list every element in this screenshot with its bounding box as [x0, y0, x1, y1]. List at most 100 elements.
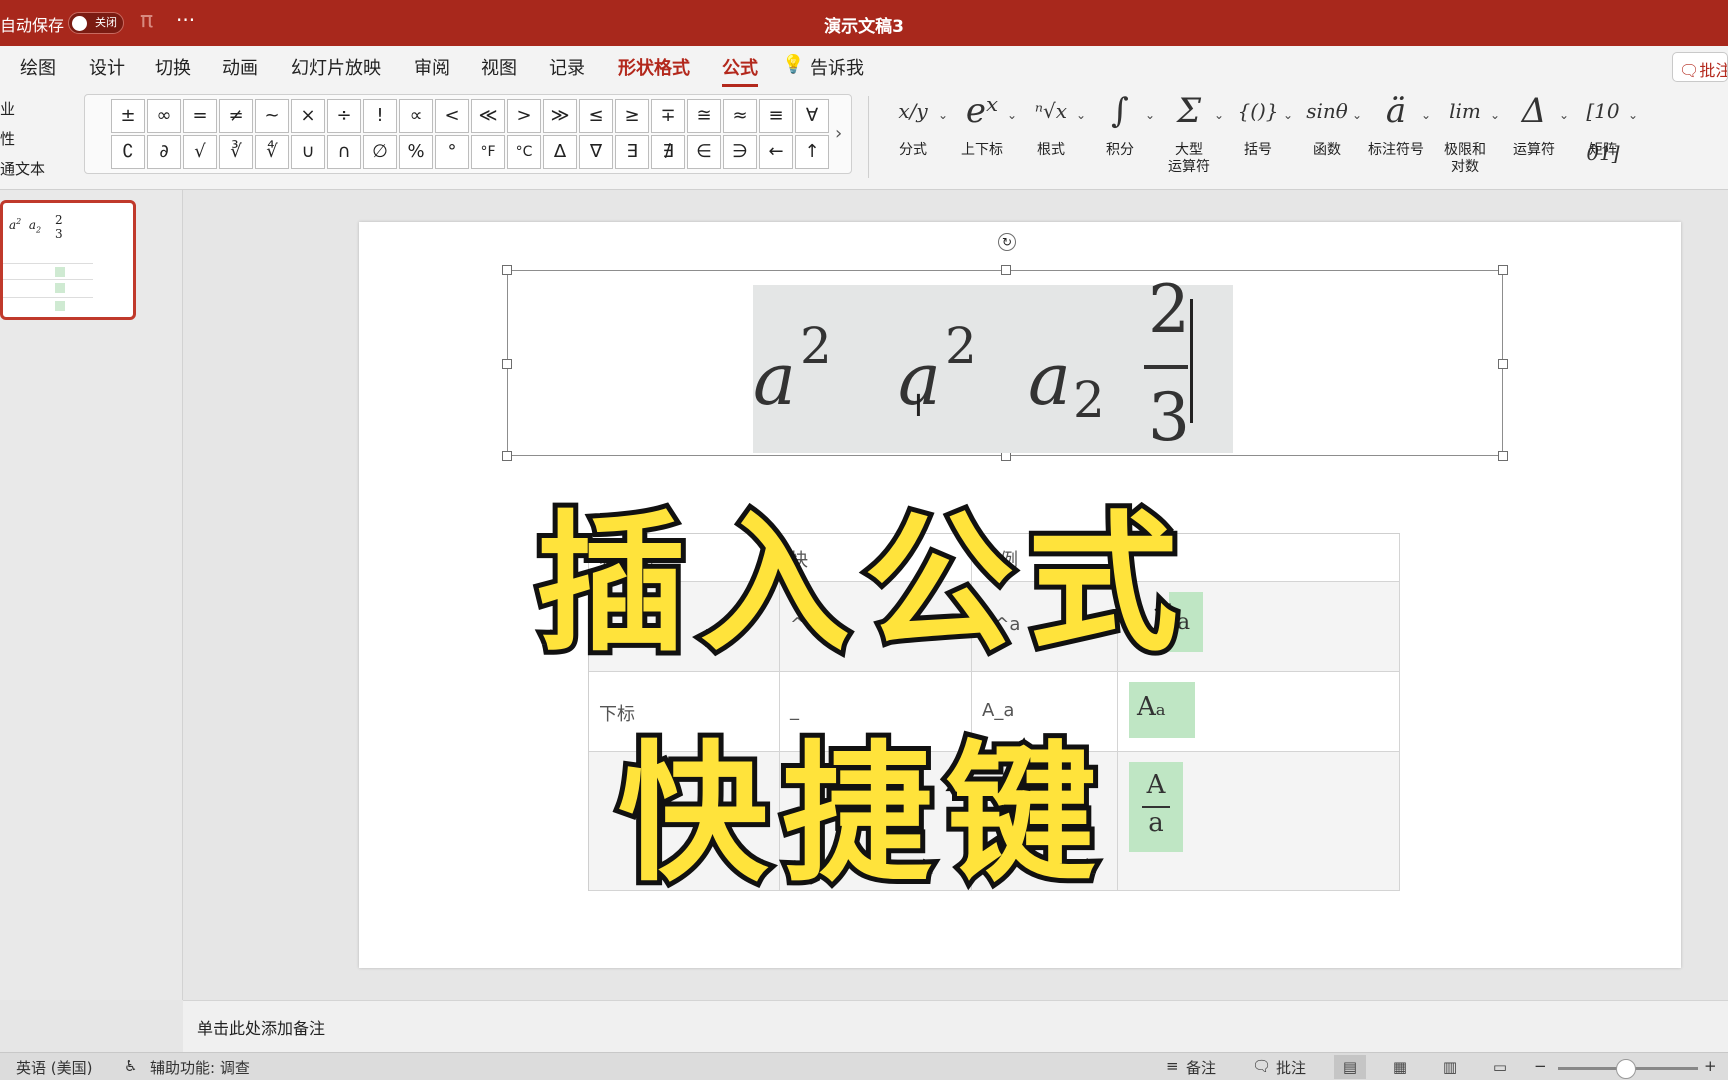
notes-toggle[interactable]: 备注 [1186, 1057, 1216, 1078]
equation-group-5[interactable]: {()} ⌄ 括号 [1223, 90, 1293, 186]
equation-textbox[interactable]: ↻ a 2 a 2 a 2 2 3 I [502, 233, 1508, 461]
comments-button[interactable]: 🗨批注 [1672, 52, 1728, 82]
symbol-button[interactable]: ≤ [579, 99, 613, 133]
resize-handle[interactable] [1498, 451, 1508, 461]
symbol-button[interactable]: ∜ [255, 135, 289, 169]
symbol-button[interactable]: ∈ [687, 135, 721, 169]
tab-7[interactable]: 记录 [549, 54, 585, 80]
symbol-button[interactable]: ° [435, 135, 469, 169]
fraction-numerator[interactable]: 2 [1148, 271, 1190, 348]
symbol-button[interactable]: ∝ [399, 99, 433, 133]
tell-me[interactable]: 告诉我 [810, 54, 864, 80]
symbol-button[interactable]: ∓ [651, 99, 685, 133]
equation-group-10[interactable]: [10 01] ⌄ 矩阵 [1568, 90, 1638, 186]
symbol-button[interactable]: ∋ [723, 135, 757, 169]
accessibility-icon[interactable]: ♿ [124, 1057, 137, 1075]
symbol-button[interactable]: ∩ [327, 135, 361, 169]
symbol-button[interactable]: ∞ [147, 99, 181, 133]
symbol-button[interactable]: ! [363, 99, 397, 133]
symbol-button[interactable]: ∛ [219, 135, 253, 169]
zoom-in-icon[interactable]: + [1704, 1057, 1717, 1075]
equation-group-4[interactable]: Σ ⌄ 大型 运算符 [1154, 90, 1224, 186]
formula-base-3[interactable]: a [1028, 337, 1071, 421]
equation-group-7[interactable]: ä ⌄ 标注符号 [1361, 90, 1431, 186]
notes-icon[interactable]: ≡ [1166, 1057, 1179, 1075]
formula-subscript[interactable]: 2 [1073, 371, 1105, 429]
symbol-button[interactable]: ≪ [471, 99, 505, 133]
symbol-button[interactable]: ∆ [543, 135, 577, 169]
tab-5[interactable]: 审阅 [414, 54, 450, 80]
equation-group-3[interactable]: ∫ ⌄ 积分 [1085, 90, 1155, 186]
equation-group-8[interactable]: lim ⌄ 极限和 对数 [1430, 90, 1500, 186]
symbol-button[interactable]: ∅ [363, 135, 397, 169]
fraction-denominator[interactable]: 3 [1148, 379, 1190, 456]
accessibility-status[interactable]: 辅助功能: 调查 [150, 1057, 250, 1078]
symbol-button[interactable]: °C [507, 135, 541, 169]
more-symbols-icon[interactable]: › [835, 123, 842, 144]
ribbon-left-label-2[interactable]: 性 [0, 128, 15, 149]
symbol-button[interactable]: < [435, 99, 469, 133]
tab-4[interactable]: 幻灯片放映 [291, 54, 381, 80]
symbol-button[interactable]: × [291, 99, 325, 133]
symbol-button[interactable]: ≈ [723, 99, 757, 133]
resize-handle[interactable] [1498, 265, 1508, 275]
symbol-button[interactable]: ∇ [579, 135, 613, 169]
symbol-button[interactable]: % [399, 135, 433, 169]
formula-superscript-2[interactable]: 2 [945, 317, 977, 375]
symbol-button[interactable]: ≅ [687, 99, 721, 133]
symbol-button[interactable]: ↑ [795, 135, 829, 169]
symbol-button[interactable]: ∄ [651, 135, 685, 169]
resize-handle[interactable] [502, 451, 512, 461]
symbol-button[interactable]: °F [471, 135, 505, 169]
resize-handle[interactable] [1001, 265, 1011, 275]
symbol-button[interactable]: ∁ [111, 135, 145, 169]
tab-shape-format[interactable]: 形状格式 [618, 54, 690, 80]
symbol-button[interactable]: = [183, 99, 217, 133]
symbol-button[interactable]: ÷ [327, 99, 361, 133]
symbol-button[interactable]: ± [111, 99, 145, 133]
slide-sorter-icon[interactable]: ▦ [1384, 1055, 1416, 1079]
equation-group-0[interactable]: x/y ⌄ 分式 [878, 90, 948, 186]
formula-base-1[interactable]: a [753, 337, 796, 421]
slideshow-icon[interactable]: ▭ [1484, 1055, 1516, 1079]
chevron-down-icon[interactable]: ⌄ [1628, 108, 1638, 122]
resize-handle[interactable] [502, 359, 512, 369]
zoom-slider-thumb[interactable] [1616, 1059, 1636, 1079]
symbol-button[interactable]: √ [183, 135, 217, 169]
symbol-button[interactable]: > [507, 99, 541, 133]
lightbulb-icon[interactable]: 💡 [782, 54, 804, 75]
symbol-button[interactable]: ≫ [543, 99, 577, 133]
equation-group-2[interactable]: ⁿ√x ⌄ 根式 [1016, 90, 1086, 186]
symbol-button[interactable]: ∀ [795, 99, 829, 133]
symbol-button[interactable]: ≠ [219, 99, 253, 133]
symbol-button[interactable]: ∪ [291, 135, 325, 169]
resize-handle[interactable] [1498, 359, 1508, 369]
tab-6[interactable]: 视图 [481, 54, 517, 80]
symbol-button[interactable]: ∂ [147, 135, 181, 169]
tab-2[interactable]: 切换 [155, 54, 191, 80]
normal-view-icon[interactable]: ▤ [1334, 1055, 1366, 1079]
comments-toggle[interactable]: 批注 [1276, 1057, 1306, 1078]
symbol-button[interactable]: ≥ [615, 99, 649, 133]
tab-1[interactable]: 设计 [89, 54, 125, 80]
tab-formula[interactable]: 公式 [722, 54, 758, 87]
tab-3[interactable]: 动画 [222, 54, 258, 80]
ribbon-left-label-3[interactable]: 通文本 [0, 158, 45, 179]
ribbon-left-label-1[interactable]: 业 [0, 98, 15, 119]
comment-status-icon[interactable]: 🗨 [1252, 1057, 1271, 1075]
reading-view-icon[interactable]: ▥ [1434, 1055, 1466, 1079]
rotate-handle-icon[interactable]: ↻ [998, 233, 1016, 251]
resize-handle[interactable] [502, 265, 512, 275]
equation-group-1[interactable]: eˣ ⌄ 上下标 [947, 90, 1017, 186]
zoom-out-icon[interactable]: − [1534, 1057, 1547, 1075]
language-status[interactable]: 英语 (美国) [16, 1057, 92, 1078]
notes-placeholder[interactable]: 单击此处添加备注 [183, 1000, 1728, 1052]
symbol-button[interactable]: ← [759, 135, 793, 169]
symbol-button[interactable]: ∃ [615, 135, 649, 169]
slide-thumbnail-1[interactable]: a2 a2 23 [0, 200, 136, 320]
symbol-button[interactable]: ≡ [759, 99, 793, 133]
tab-0[interactable]: 绘图 [20, 54, 56, 80]
symbol-button[interactable]: ~ [255, 99, 289, 133]
equation-group-6[interactable]: sinθ ⌄ 函数 [1292, 90, 1362, 186]
formula-superscript-1[interactable]: 2 [800, 317, 832, 375]
